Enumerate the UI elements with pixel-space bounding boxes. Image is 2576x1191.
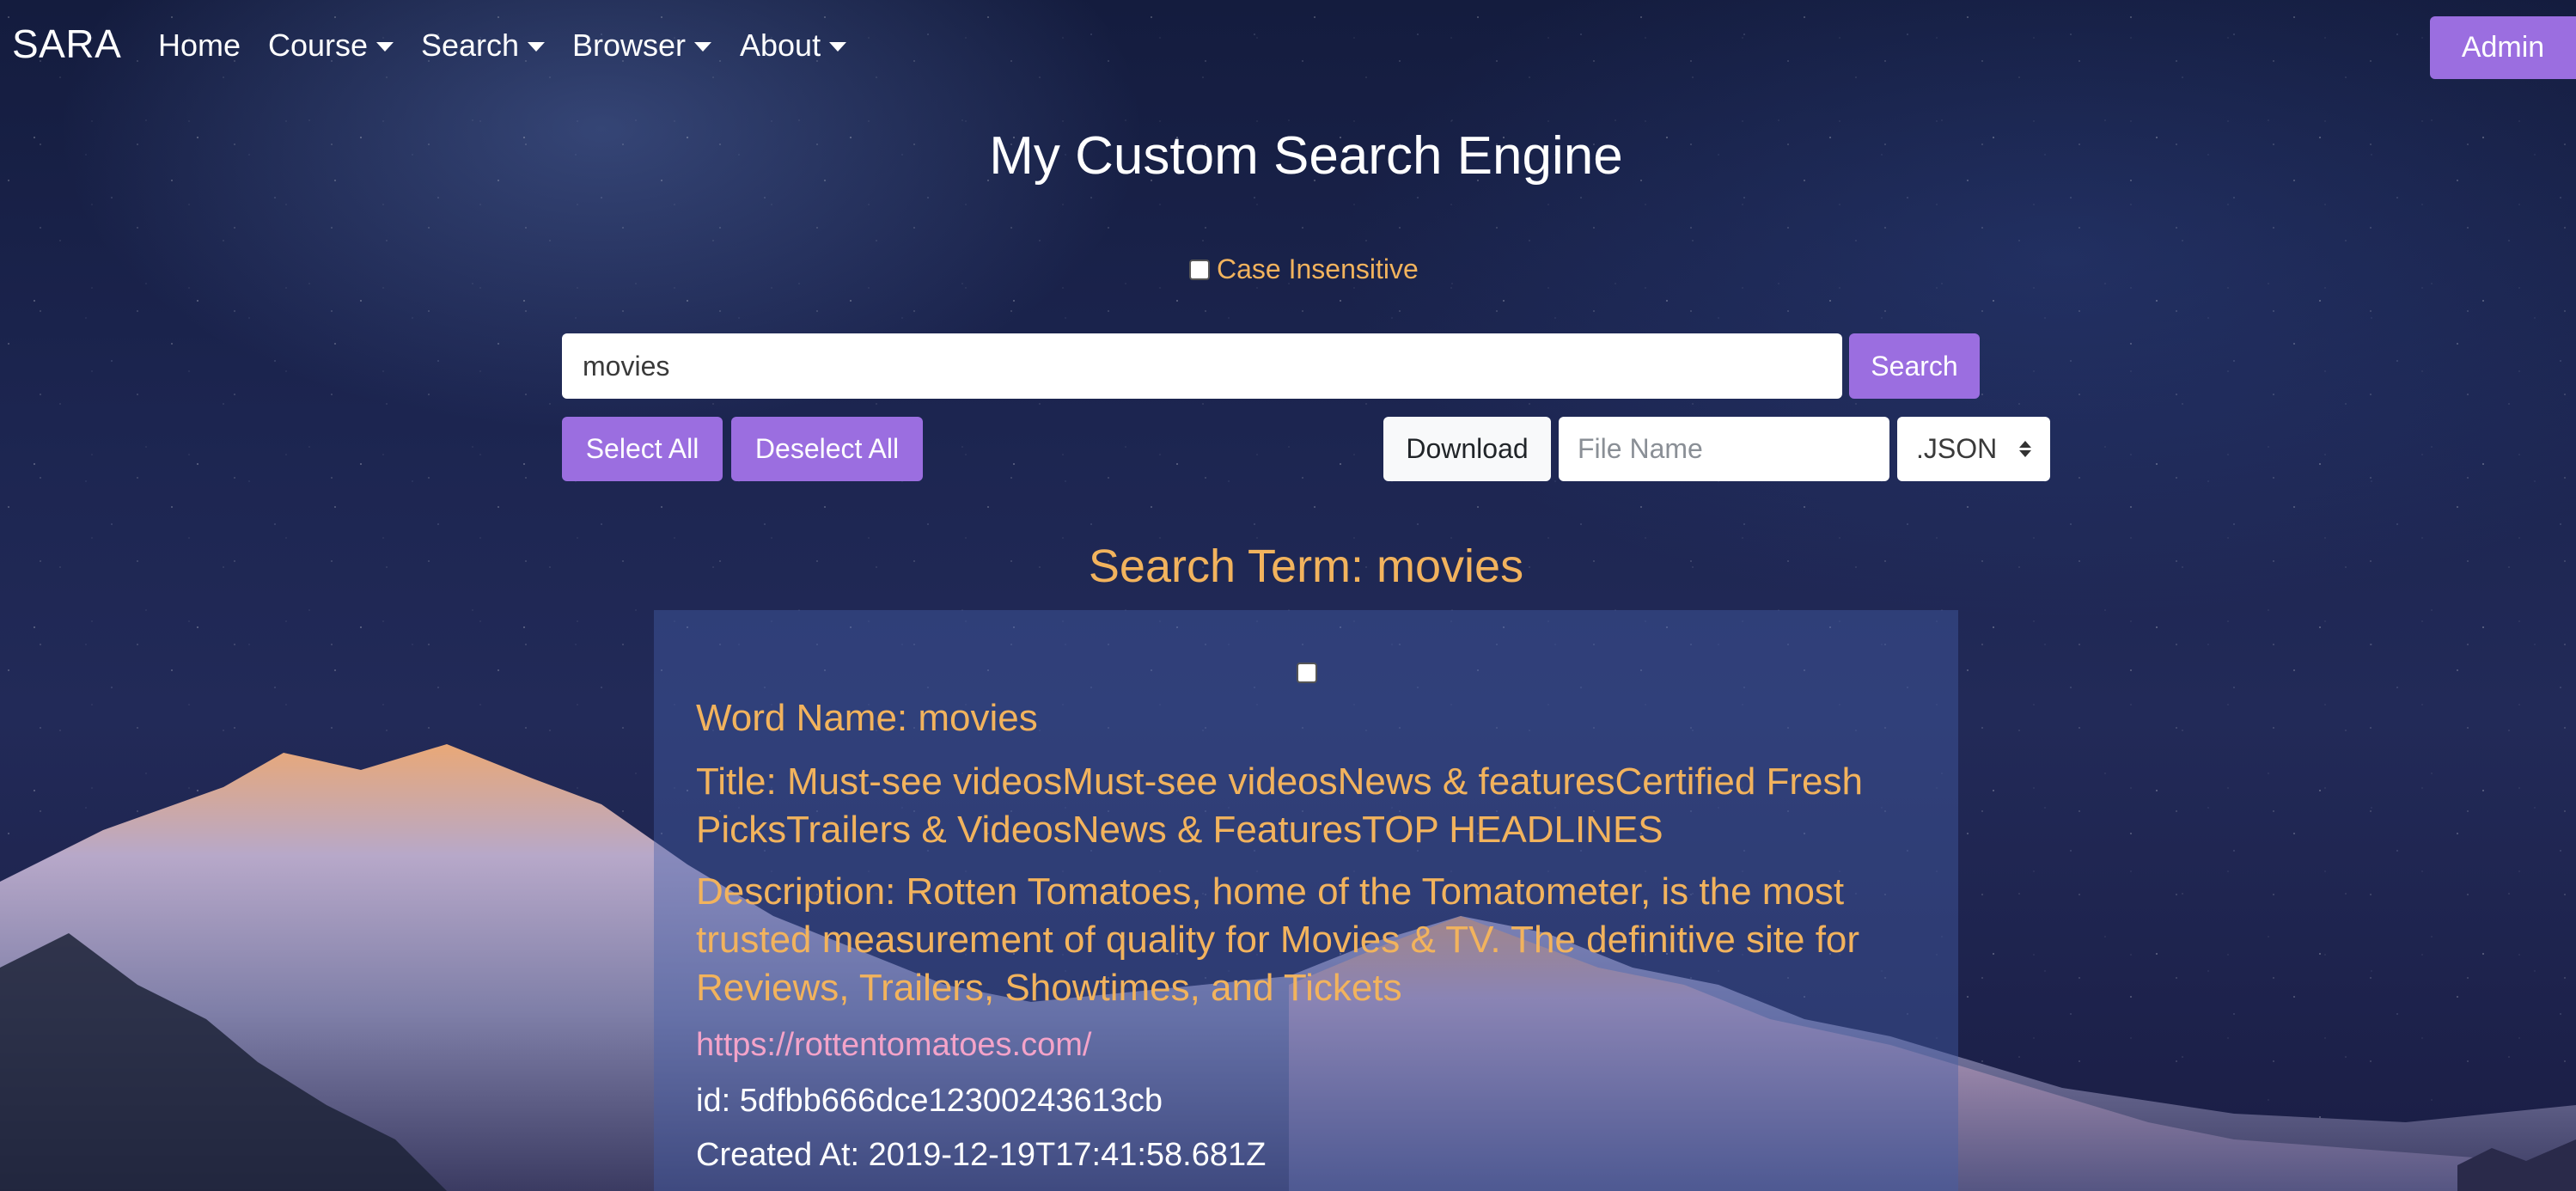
- result-description: Description: Rotten Tomatoes, home of th…: [696, 870, 1860, 1009]
- search-input-value: movies: [583, 350, 670, 382]
- caret-down-icon: [376, 41, 394, 52]
- nav-about-label: About: [740, 27, 821, 63]
- nav-browser-label: Browser: [572, 27, 687, 63]
- case-insensitive-option: Case Insensitive: [1189, 253, 1419, 285]
- case-insensitive-checkbox[interactable]: [1189, 259, 1210, 280]
- search-input[interactable]: movies: [562, 333, 1842, 399]
- case-insensitive-label[interactable]: Case Insensitive: [1217, 253, 1419, 285]
- caret-down-icon: [829, 41, 847, 52]
- file-format-value: .JSON: [1916, 433, 1998, 464]
- deselect-all-button[interactable]: Deselect All: [731, 417, 923, 481]
- admin-button[interactable]: Admin: [2430, 16, 2576, 79]
- search-term-heading: Search Term: movies: [1088, 541, 1524, 592]
- result-select-checkbox[interactable]: [1297, 663, 1317, 683]
- nav-course-dropdown[interactable]: Course: [268, 27, 394, 64]
- nav-search-label: Search: [421, 27, 520, 63]
- result-title: Title: Must-see videosMust-see videosNew…: [696, 760, 1863, 851]
- result-url-link[interactable]: https://rottentomatoes.com/: [696, 1024, 1925, 1066]
- download-button[interactable]: Download: [1383, 417, 1551, 481]
- nav-course-label: Course: [268, 27, 369, 63]
- file-name-input[interactable]: File Name: [1559, 417, 1889, 481]
- nav-about-dropdown[interactable]: About: [740, 27, 847, 64]
- result-id: id: 5dfbb666dce12300243613cb: [696, 1083, 1163, 1119]
- page-title: My Custom Search Engine: [989, 126, 1623, 186]
- file-format-select[interactable]: .JSON: [1897, 417, 2050, 481]
- caret-down-icon: [694, 41, 712, 52]
- navbar: SARA Home Course Search Browser About Ad…: [0, 0, 2576, 95]
- nav-search-dropdown[interactable]: Search: [421, 27, 546, 64]
- search-button[interactable]: Search: [1849, 333, 1980, 399]
- select-all-button[interactable]: Select All: [562, 417, 723, 481]
- file-name-placeholder: File Name: [1578, 433, 1703, 464]
- nav-home[interactable]: Home: [158, 27, 241, 64]
- result-word-name: Word Name: movies: [696, 697, 1038, 739]
- result-created-at: Created At: 2019-12-19T17:41:58.681Z: [696, 1137, 1267, 1173]
- caret-down-icon: [528, 41, 546, 52]
- nav-home-label: Home: [158, 27, 241, 63]
- brand-logo[interactable]: SARA: [12, 21, 121, 67]
- select-arrows-icon: [2019, 441, 2031, 457]
- nav-browser-dropdown[interactable]: Browser: [572, 27, 712, 64]
